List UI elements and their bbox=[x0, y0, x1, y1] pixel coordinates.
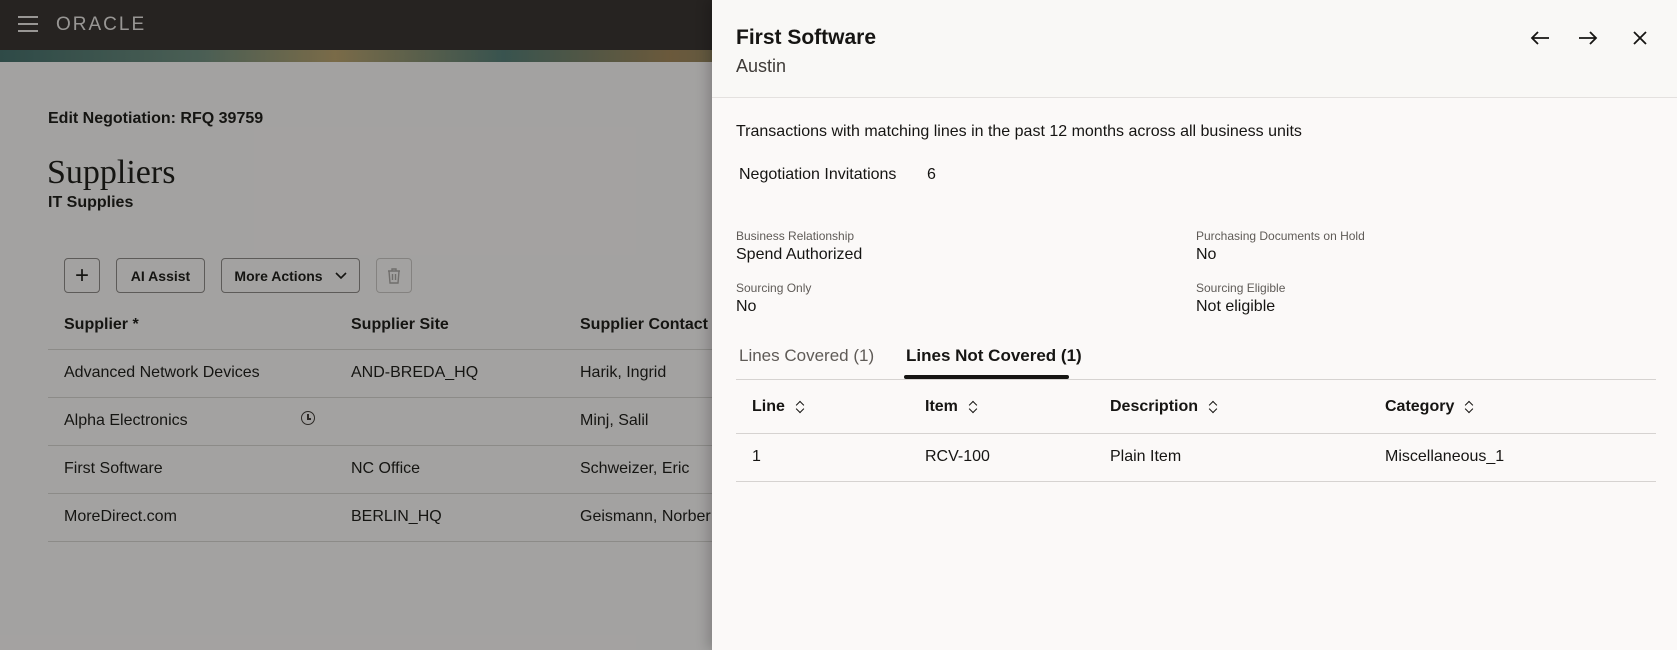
column-header-line[interactable]: Line bbox=[752, 398, 805, 416]
column-header-category[interactable]: Category bbox=[1385, 398, 1474, 416]
purchasing-docs-value: No bbox=[1196, 246, 1217, 263]
sort-icon bbox=[795, 400, 805, 414]
transactions-intro: Transactions with matching lines in the … bbox=[736, 123, 1302, 140]
sort-icon bbox=[968, 400, 978, 414]
arrow-left-icon bbox=[1530, 31, 1549, 45]
column-header-label: Line bbox=[752, 398, 785, 415]
sort-icon bbox=[1208, 400, 1218, 414]
item-cell: RCV-100 bbox=[925, 448, 990, 465]
category-cell: Miscellaneous_1 bbox=[1385, 448, 1505, 465]
close-button[interactable] bbox=[1624, 22, 1656, 54]
next-button[interactable] bbox=[1572, 22, 1604, 54]
business-relationship-label: Business Relationship bbox=[736, 229, 855, 243]
tab-lines-covered[interactable]: Lines Covered (1) bbox=[739, 346, 874, 366]
sourcing-only-value: No bbox=[736, 298, 757, 315]
purchasing-docs-label: Purchasing Documents on Hold bbox=[1196, 229, 1365, 243]
sourcing-only-label: Sourcing Only bbox=[736, 281, 812, 295]
business-relationship-value: Spend Authorized bbox=[736, 246, 863, 263]
arrow-right-icon bbox=[1579, 31, 1598, 45]
sourcing-eligible-label: Sourcing Eligible bbox=[1196, 281, 1286, 295]
negotiation-invitations-value[interactable]: 6 bbox=[927, 166, 936, 184]
column-header-label: Item bbox=[925, 398, 958, 415]
previous-button[interactable] bbox=[1524, 22, 1556, 54]
column-header-label: Description bbox=[1110, 398, 1199, 415]
sourcing-eligible-value: Not eligible bbox=[1196, 298, 1276, 315]
description-cell: Plain Item bbox=[1110, 448, 1182, 465]
close-icon bbox=[1633, 31, 1647, 45]
line-cell: 1 bbox=[752, 448, 761, 465]
tab-lines-not-covered[interactable]: Lines Not Covered (1) bbox=[906, 346, 1082, 366]
column-header-item[interactable]: Item bbox=[925, 398, 978, 416]
supplier-details-drawer: First Software Austin Transactions with … bbox=[712, 0, 1677, 650]
drawer-title: First Software bbox=[736, 26, 877, 49]
modal-scrim[interactable] bbox=[0, 0, 712, 650]
drawer-header: First Software Austin bbox=[712, 0, 1677, 98]
table-row[interactable]: 1 RCV-100 Plain Item Miscellaneous_1 bbox=[736, 434, 1656, 482]
lines-table-header: Line Item Description Category bbox=[736, 380, 1656, 434]
negotiation-invitations-label: Negotiation Invitations bbox=[739, 166, 897, 183]
sort-icon bbox=[1464, 400, 1474, 414]
drawer-subtitle: Austin bbox=[736, 56, 787, 76]
column-header-description[interactable]: Description bbox=[1110, 398, 1218, 416]
column-header-label: Category bbox=[1385, 398, 1455, 415]
